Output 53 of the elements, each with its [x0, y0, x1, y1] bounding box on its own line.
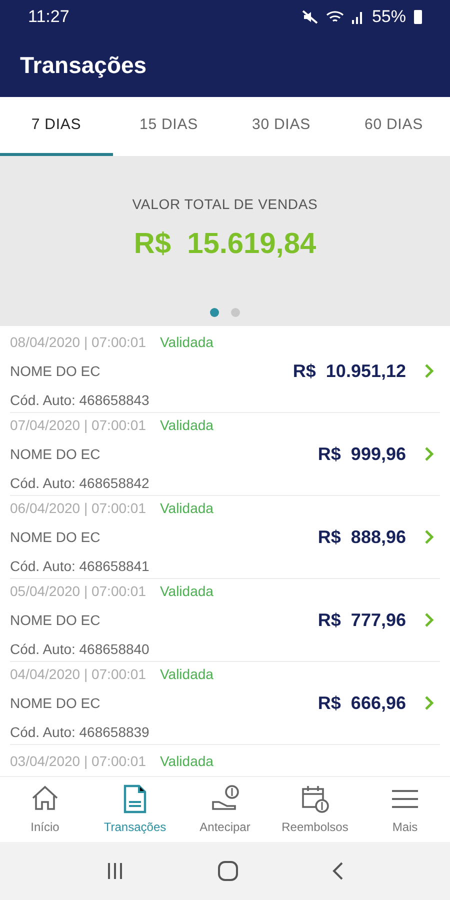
transaction-amount: R$ 999,96: [318, 442, 406, 466]
merchant-name: NOME DO EC: [10, 444, 102, 464]
auth-code: Cód. Auto: 468658840: [10, 640, 150, 658]
chevron-right-icon[interactable]: [424, 446, 434, 462]
transaction-amount: R$ 10.951,12: [292, 360, 406, 382]
transaction-datetime: 04/04/2020 | 07:00:01: [10, 664, 146, 684]
nav-tab[interactable]: Início: [0, 777, 90, 842]
merchant-name: NOME DO EC: [10, 694, 102, 712]
status-label: Validada: [160, 416, 214, 434]
period-tab[interactable]: 30 DIAS: [225, 97, 338, 156]
transaction-datetime: 07/04/2020 | 07:00:01: [10, 416, 146, 435]
auth-code: Cód. Auto: 468658843: [10, 390, 150, 410]
status-time: 11:27: [28, 6, 70, 28]
status-label: Validada: [160, 664, 214, 684]
mute-icon: [302, 10, 318, 24]
transaction-datetime: 08/04/2020 | 07:00:01: [10, 332, 146, 352]
status-label: Validada: [160, 332, 214, 352]
merchant-name: NOME DO EC: [10, 610, 102, 630]
chevron-right-icon[interactable]: [424, 612, 434, 628]
nav-tab[interactable]: Transações: [90, 777, 180, 842]
status-label: Validada: [160, 752, 214, 771]
calendar-coin-icon: [300, 784, 330, 814]
wifi-icon: [326, 10, 344, 24]
chevron-right-icon[interactable]: [424, 529, 434, 545]
merchant-name: NOME DO EC: [10, 362, 102, 380]
transaction-datetime: 06/04/2020 | 07:00:01: [10, 498, 146, 518]
period-tab[interactable]: 15 DIAS: [112, 97, 225, 156]
status-label: Validada: [160, 498, 214, 518]
period-tab[interactable]: 60 DIAS: [338, 97, 450, 156]
nav-tab[interactable]: Antecipar: [180, 777, 270, 842]
transaction-amount: R$ 666,96: [318, 692, 406, 714]
transaction-datetime: 03/04/2020 | 07:00:01: [10, 752, 146, 771]
auth-code: Cód. Auto: 468658841: [10, 556, 150, 576]
nav-tab[interactable]: Mais: [360, 777, 450, 842]
home-button-icon[interactable]: [216, 860, 239, 882]
auth-code: Cód. Auto: 468658839: [10, 722, 150, 742]
chevron-right-icon[interactable]: [424, 695, 434, 711]
back-icon[interactable]: [332, 861, 344, 881]
merchant-name: NOME DO EC: [10, 528, 102, 546]
transaction-datetime: 05/04/2020 | 07:00:01: [10, 582, 146, 601]
transaction-amount: R$ 888,96: [318, 526, 406, 548]
page-title: Transações: [20, 51, 147, 80]
recent-apps-icon[interactable]: [106, 862, 124, 880]
signal-icon: [352, 10, 364, 24]
transaction-amount: R$ 777,96: [318, 608, 406, 632]
total-sales-value: R$ 15.619,84: [134, 227, 316, 262]
battery-percentage: 55%: [372, 6, 406, 28]
summary-label: VALOR TOTAL DE VENDAS: [132, 195, 318, 214]
chevron-right-icon[interactable]: [424, 363, 434, 379]
battery-icon: [414, 10, 422, 24]
auth-code: Cód. Auto: 468658842: [10, 474, 150, 492]
nav-tab[interactable]: Reembolsos: [270, 777, 360, 842]
status-label: Validada: [160, 582, 214, 600]
